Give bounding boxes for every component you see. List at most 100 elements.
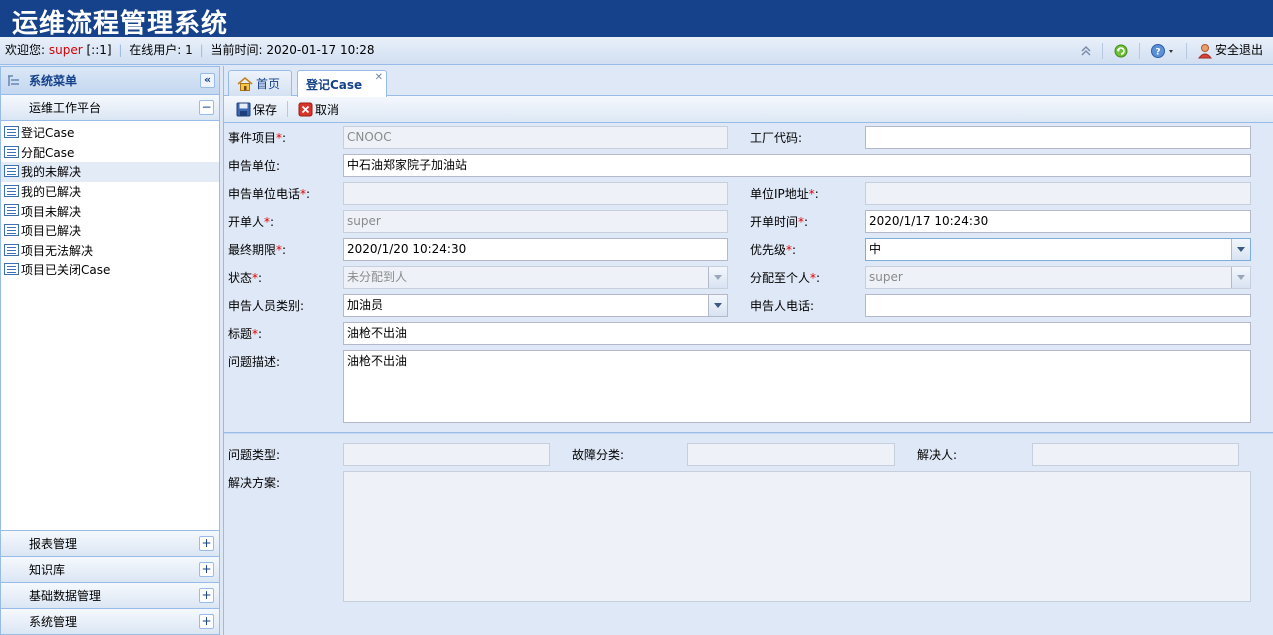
open-time-label: 开单时间*:: [750, 215, 809, 229]
tab-strip: 首页 登记Case ✕: [224, 66, 1273, 97]
list-icon: [4, 263, 19, 276]
menu-item-project-unsolvable[interactable]: 项目无法解决: [1, 241, 219, 261]
menu-item-label: 分配Case: [21, 145, 75, 160]
save-button[interactable]: 保存: [232, 101, 281, 118]
home-icon: [237, 76, 253, 91]
list-icon: [4, 204, 19, 217]
menu-item-register-case[interactable]: 登记Case: [1, 123, 219, 143]
list-icon: [4, 126, 19, 138]
description-label: 问题描述:: [228, 355, 281, 369]
current-user: super: [48, 43, 83, 57]
tab-home[interactable]: 首页: [228, 70, 292, 96]
cancel-button[interactable]: 取消: [294, 101, 343, 118]
section-reports[interactable]: 报表管理 +: [1, 530, 219, 556]
svg-text:?: ?: [1155, 47, 1160, 57]
solution-label: 解决方案:: [228, 476, 281, 490]
logout-label: 安全退出: [1214, 43, 1263, 57]
menu-list: 登记Case 分配Case 我的未解决 我的已解决 项目未解决 项目已解决 项目…: [1, 121, 219, 560]
plant-code-label: 工厂代码:: [750, 131, 803, 145]
event-item-label: 事件项目*:: [228, 131, 287, 145]
expand-icon[interactable]: +: [199, 588, 214, 603]
subject-field[interactable]: 油枪不出油: [343, 322, 1251, 345]
sidebar-collapse-button[interactable]: «: [200, 73, 215, 88]
save-icon: [236, 102, 251, 116]
menu-item-label: 项目已关闭Case: [21, 263, 111, 278]
tab-register-case[interactable]: 登记Case ✕: [297, 70, 387, 97]
state-label: 状态*:: [228, 271, 263, 285]
open-time-field[interactable]: 2020/1/17 10:24:30: [865, 210, 1251, 233]
reporter-tel-field[interactable]: [865, 294, 1251, 317]
section-label: 运维工作平台: [29, 101, 102, 115]
reporter-phone-field[interactable]: [343, 182, 728, 205]
online-label: 在线用户:: [129, 43, 182, 57]
resolver-label: 解决人:: [917, 448, 958, 462]
event-item-field[interactable]: CNOOC: [343, 126, 728, 149]
reporter-unit-label: 申告单位:: [228, 159, 281, 173]
tab-label: 首页: [256, 77, 281, 91]
menu-item-project-closed-case[interactable]: 项目已关闭Case: [1, 260, 219, 280]
unit-ip-label: 单位IP地址*:: [750, 187, 819, 201]
register-case-form: 事件项目*: CNOOC 工厂代码: 申告单位: 中石油郑家院子加油站 申告单位…: [224, 123, 1273, 605]
collapse-icon[interactable]: −: [199, 100, 214, 115]
section-base-data[interactable]: 基础数据管理 +: [1, 582, 219, 608]
solution-textarea[interactable]: [343, 471, 1251, 602]
app-header: 运维流程管理系统: [0, 0, 1273, 37]
expand-icon[interactable]: +: [199, 562, 214, 577]
form-divider: [224, 432, 1273, 434]
plant-code-field[interactable]: [865, 126, 1251, 149]
menu-item-assign-case[interactable]: 分配Case: [1, 143, 219, 163]
main-panel: 首页 登记Case ✕ 保存 取消 事件项目*: CNOOC 工厂代码: 申告单…: [223, 66, 1273, 635]
opener-label: 开单人*:: [228, 215, 275, 229]
menu-item-label: 项目未解决: [21, 204, 82, 219]
logout-button[interactable]: 安全退出: [1193, 37, 1267, 64]
menu-item-my-unresolved[interactable]: 我的未解决: [1, 162, 219, 182]
priority-label: 优先级*:: [750, 243, 797, 257]
expand-icon[interactable]: +: [199, 614, 214, 629]
chevron-down-icon: [708, 267, 727, 288]
problem-type-field[interactable]: [343, 443, 550, 466]
close-icon[interactable]: ✕: [375, 72, 383, 83]
unit-ip-field[interactable]: [865, 182, 1251, 205]
list-icon: [4, 243, 19, 256]
priority-select[interactable]: 中: [865, 238, 1251, 261]
description-textarea[interactable]: 油枪不出油: [343, 350, 1251, 423]
menu-item-label: 登记Case: [21, 126, 75, 141]
expand-icon[interactable]: +: [199, 536, 214, 551]
online-count: 1: [185, 43, 193, 57]
menu-item-label: 我的已解决: [21, 185, 82, 200]
menu-item-label: 我的未解决: [21, 165, 82, 180]
tab-label: 登记Case: [306, 77, 363, 92]
menu-tree-icon: [8, 74, 19, 86]
reporter-unit-field[interactable]: 中石油郑家院子加油站: [343, 154, 1251, 177]
chevron-down-icon[interactable]: [1231, 239, 1250, 260]
help-menu-icon[interactable]: ?: [1146, 43, 1180, 59]
section-knowledge-base[interactable]: 知识库 +: [1, 556, 219, 582]
assignee-select[interactable]: super: [865, 266, 1251, 289]
list-icon: [4, 145, 19, 158]
deadline-field[interactable]: 2020/1/20 10:24:30: [343, 238, 728, 261]
section-label: 知识库: [29, 563, 66, 577]
menu-item-project-resolved[interactable]: 项目已解决: [1, 221, 219, 241]
state-select[interactable]: 未分配到人: [343, 266, 728, 289]
menu-item-label: 项目已解决: [21, 224, 82, 239]
sidebar-title: 系统菜单: [29, 74, 78, 88]
fault-class-field[interactable]: [687, 443, 895, 466]
sidebar-header: 系统菜单 «: [1, 67, 219, 95]
refresh-icon[interactable]: [1109, 43, 1133, 59]
resolver-field[interactable]: [1032, 443, 1239, 466]
time-label: 当前时间:: [210, 43, 263, 57]
collapse-header-icon[interactable]: [1076, 45, 1096, 57]
menu-item-my-resolved[interactable]: 我的已解决: [1, 182, 219, 202]
problem-type-label: 问题类型:: [228, 448, 281, 462]
section-system[interactable]: 系统管理 +: [1, 608, 219, 634]
app-title: 运维流程管理系统: [12, 9, 229, 37]
opener-field[interactable]: super: [343, 210, 728, 233]
list-icon: [4, 223, 19, 236]
chevron-down-icon[interactable]: [708, 295, 727, 316]
section-label: 基础数据管理: [29, 589, 102, 603]
sidebar: 系统菜单 « 运维工作平台 − 登记Case 分配Case 我的未解决 我的已解…: [0, 66, 220, 635]
reporter-type-select[interactable]: 加油员: [343, 294, 728, 317]
menu-item-project-unresolved[interactable]: 项目未解决: [1, 201, 219, 221]
section-ops-platform[interactable]: 运维工作平台 −: [1, 95, 219, 121]
cancel-label: 取消: [315, 102, 340, 117]
